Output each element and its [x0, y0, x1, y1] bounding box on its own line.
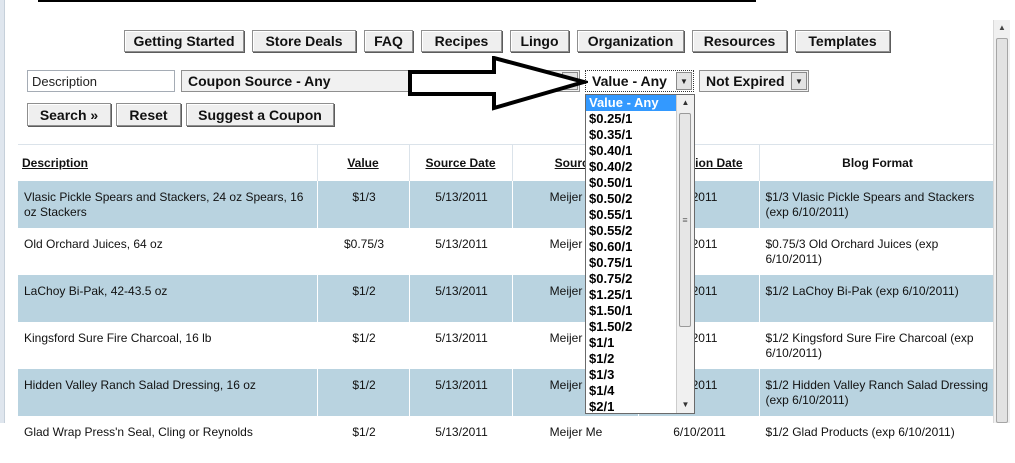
value-option[interactable]: $0.40/2: [586, 159, 677, 175]
value-option[interactable]: $1/1: [586, 335, 677, 351]
cell-value: $1/2: [317, 321, 410, 369]
annotation-arrow-icon: [408, 56, 588, 111]
chevron-down-icon[interactable]: ▼: [791, 72, 807, 90]
scroll-thumb[interactable]: ≡: [679, 113, 691, 327]
page-scroll-thumb[interactable]: [996, 38, 1008, 423]
cell-source-date: 5/13/2011: [409, 180, 513, 228]
value-option[interactable]: $0.50/1: [586, 175, 677, 191]
coupon-source-value: Coupon Source - Any: [188, 73, 331, 89]
header-description[interactable]: Description: [18, 144, 318, 181]
grip-icon: ≡: [682, 215, 688, 225]
dropdown-scrollbar[interactable]: ▲ ≡ ▼: [676, 95, 694, 413]
value-option[interactable]: $1.25/1: [586, 287, 677, 303]
cell-source-date: 5/13/2011: [409, 321, 513, 369]
cell-value: $1/2: [317, 368, 410, 416]
header-blog-format: Blog Format: [759, 144, 997, 181]
nav-resources[interactable]: Resources: [692, 30, 787, 52]
table-row: Old Orchard Juices, 64 oz $0.75/3 5/13/2…: [18, 227, 997, 275]
cell-blog-format: $1/2 Hidden Valley Ranch Salad Dressing …: [759, 368, 997, 416]
cell-description: Hidden Valley Ranch Salad Dressing, 16 o…: [18, 368, 318, 416]
table-row: Vlasic Pickle Spears and Stackers, 24 oz…: [18, 180, 997, 228]
cell-description: Old Orchard Juices, 64 oz: [18, 227, 318, 275]
value-option[interactable]: $0.75/2: [586, 271, 677, 287]
search-button[interactable]: Search »: [27, 103, 111, 126]
cell-description: Kingsford Sure Fire Charcoal, 16 lb: [18, 321, 318, 369]
cell-value: $0.75/3: [317, 227, 410, 275]
value-option[interactable]: $0.40/1: [586, 143, 677, 159]
value-select[interactable]: Value - Any ▼: [585, 70, 694, 92]
cell-source-date: 5/13/2011: [409, 368, 513, 416]
description-input[interactable]: [27, 70, 175, 92]
cell-description: LaChoy Bi-Pak, 42-43.5 oz: [18, 274, 318, 322]
table-header-row: Description Value Source Date Source Exp…: [18, 144, 997, 181]
header-divider: [38, 0, 756, 2]
main-nav: Getting Started Store Deals FAQ Recipes …: [0, 30, 1015, 54]
nav-faq[interactable]: FAQ: [364, 30, 413, 52]
value-select-value: Value - Any: [592, 73, 667, 89]
nav-organization[interactable]: Organization: [577, 30, 684, 52]
value-option[interactable]: $1/4: [586, 383, 677, 399]
scroll-up-icon[interactable]: ▲: [994, 20, 1010, 36]
value-option[interactable]: $1/3: [586, 367, 677, 383]
value-option[interactable]: $0.35/1: [586, 127, 677, 143]
cell-blog-format: $0.75/3 Old Orchard Juices (exp 6/10/201…: [759, 227, 997, 275]
page-scrollbar[interactable]: ▲: [993, 20, 1010, 423]
cell-blog-format: $1/3 Vlasic Pickle Spears and Stackers (…: [759, 180, 997, 228]
table-row: LaChoy Bi-Pak, 42-43.5 oz $1/2 5/13/2011…: [18, 274, 997, 322]
window-left-edge: [0, 0, 5, 423]
value-option[interactable]: Value - Any: [586, 95, 677, 111]
coupon-table: Description Value Source Date Source Exp…: [18, 144, 997, 463]
value-option[interactable]: $2/1: [586, 399, 677, 413]
header-value[interactable]: Value: [317, 144, 410, 181]
table-row: Hidden Valley Ranch Salad Dressing, 16 o…: [18, 368, 997, 416]
value-option[interactable]: $0.25/1: [586, 111, 677, 127]
chevron-down-icon[interactable]: ▼: [676, 72, 692, 90]
nav-lingo[interactable]: Lingo: [510, 30, 569, 52]
value-option[interactable]: $1.50/2: [586, 319, 677, 335]
value-option[interactable]: $1.50/1: [586, 303, 677, 319]
value-dropdown-list: Value - Any $0.25/1 $0.35/1 $0.40/1 $0.4…: [585, 94, 695, 414]
value-option[interactable]: $0.60/1: [586, 239, 677, 255]
nav-store-deals[interactable]: Store Deals: [252, 30, 356, 52]
cell-value: $1/2: [317, 274, 410, 322]
scroll-down-icon[interactable]: ▼: [677, 397, 694, 413]
nav-recipes[interactable]: Recipes: [421, 30, 502, 52]
value-option[interactable]: $1/2: [586, 351, 677, 367]
reset-button[interactable]: Reset: [116, 103, 181, 126]
value-option[interactable]: $0.55/2: [586, 223, 677, 239]
cell-blog-format: $1/2 LaChoy Bi-Pak (exp 6/10/2011): [759, 274, 997, 322]
table-row: Kingsford Sure Fire Charcoal, 16 lb $1/2…: [18, 321, 997, 369]
nav-templates[interactable]: Templates: [795, 30, 890, 52]
nav-getting-started[interactable]: Getting Started: [124, 30, 244, 52]
expired-select[interactable]: Not Expired ▼: [699, 70, 809, 92]
header-source-date[interactable]: Source Date: [409, 144, 513, 181]
value-option[interactable]: $0.75/1: [586, 255, 677, 271]
expired-select-value: Not Expired: [706, 73, 785, 89]
cell-source-date: 5/13/2011: [409, 227, 513, 275]
value-option[interactable]: $0.55/1: [586, 207, 677, 223]
cell-blog-format: $1/2 Kingsford Sure Fire Charcoal (exp 6…: [759, 321, 997, 369]
cell-source-date: 5/13/2011: [409, 274, 513, 322]
cell-value: $1/3: [317, 180, 410, 228]
scroll-up-icon[interactable]: ▲: [677, 95, 694, 111]
suggest-coupon-button[interactable]: Suggest a Coupon: [186, 103, 334, 126]
value-option[interactable]: $0.50/2: [586, 191, 677, 207]
cell-description: Vlasic Pickle Spears and Stackers, 24 oz…: [18, 180, 318, 228]
